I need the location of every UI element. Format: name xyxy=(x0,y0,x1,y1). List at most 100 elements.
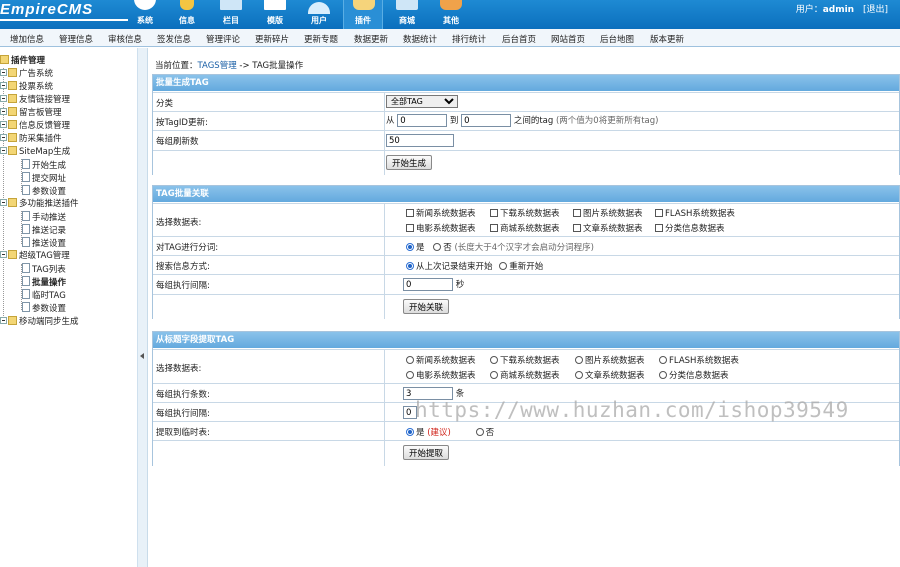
subnav-data-stats[interactable]: 数据统计 xyxy=(403,33,437,45)
start-generate-button[interactable]: 开始生成 xyxy=(386,155,433,170)
topnav-shop[interactable]: 商城 xyxy=(387,0,427,29)
topnav-other[interactable]: 其他 xyxy=(431,0,471,29)
table-option[interactable]: 下载系统数据表 xyxy=(490,354,560,366)
topnav-info[interactable]: 信息 xyxy=(167,0,207,29)
per-group-input[interactable] xyxy=(386,134,454,147)
tree-item-sitemap-generate[interactable]: 开始生成 xyxy=(22,159,66,172)
topnav-user[interactable]: 用户 xyxy=(299,0,339,29)
topnav-template[interactable]: 模版 xyxy=(255,0,295,29)
subnav-manage-info[interactable]: 管理信息 xyxy=(59,33,93,45)
radio[interactable] xyxy=(659,356,667,364)
split-no-radio[interactable] xyxy=(433,243,442,251)
tree-item-supertag[interactable]: 超级TAG管理 xyxy=(0,250,70,263)
subnav-sign-info[interactable]: 签发信息 xyxy=(157,33,191,45)
interval-input[interactable] xyxy=(403,278,453,291)
table-option[interactable]: 文章系统数据表 xyxy=(573,222,643,234)
table-option[interactable]: 新闻系统数据表 xyxy=(406,207,476,219)
table-option-label: 下载系统数据表 xyxy=(500,356,560,366)
tree-item-tag-list[interactable]: TAG列表 xyxy=(22,263,66,276)
tree-item-links[interactable]: 友情链接管理 xyxy=(0,94,70,107)
table-option[interactable]: 商城系统数据表 xyxy=(490,369,560,381)
subnav-rank-stats[interactable]: 排行统计 xyxy=(452,33,486,45)
category-select[interactable]: 全部TAG xyxy=(386,95,458,108)
tree-item-sitemap-settings[interactable]: 参数设置 xyxy=(22,185,66,198)
tree-item-mobile-sync[interactable]: 移动端同步生成 xyxy=(0,316,79,329)
table-option[interactable]: 电影系统数据表 xyxy=(406,222,476,234)
checkbox[interactable] xyxy=(406,209,414,217)
checkbox[interactable] xyxy=(573,209,581,217)
subnav-manage-comments[interactable]: 管理评论 xyxy=(206,33,240,45)
subnav-update-topics[interactable]: 更新专题 xyxy=(304,33,338,45)
tree-item-batch-ops[interactable]: 批量操作 xyxy=(22,276,66,289)
tree-item-sitemap[interactable]: SiteMap生成 xyxy=(0,146,70,159)
topnav-column[interactable]: 栏目 xyxy=(211,0,251,29)
logo-underline xyxy=(0,19,128,21)
search-continue-radio[interactable] xyxy=(406,262,414,270)
tree-root-plugins[interactable]: 插件管理 xyxy=(0,55,45,68)
temp-yes-radio[interactable] xyxy=(406,428,414,436)
subnav-review-info[interactable]: 审核信息 xyxy=(108,33,142,45)
temp-no-radio[interactable] xyxy=(475,428,484,436)
user-icon xyxy=(308,2,330,14)
table-option[interactable]: 文章系统数据表 xyxy=(575,369,645,381)
table-option[interactable]: 图片系统数据表 xyxy=(573,207,643,219)
tree-item-sitemap-submit[interactable]: 提交网址 xyxy=(22,172,66,185)
tree-item-ads[interactable]: 广告系统 xyxy=(0,68,53,81)
table-option[interactable]: 电影系统数据表 xyxy=(406,369,476,381)
table-option[interactable]: FLASH系统数据表 xyxy=(659,354,739,366)
tagid-to-input[interactable] xyxy=(461,114,512,127)
tree-item-temp-tag[interactable]: 临时TAG xyxy=(22,289,66,302)
temp-no-label: 否 xyxy=(485,428,495,438)
subnav-version-update[interactable]: 版本更新 xyxy=(650,33,684,45)
start-extract-button[interactable]: 开始提取 xyxy=(403,445,450,460)
split-yes-radio[interactable] xyxy=(406,243,414,251)
subnav-add-info[interactable]: 增加信息 xyxy=(10,33,44,45)
subnav-site-home[interactable]: 网站首页 xyxy=(551,33,585,45)
radio[interactable] xyxy=(659,371,667,379)
tree-item-tag-settings[interactable]: 参数设置 xyxy=(22,302,66,315)
topnav-plugin[interactable]: 插件 xyxy=(343,0,383,29)
table-option[interactable]: 分类信息数据表 xyxy=(655,222,725,234)
checkbox[interactable] xyxy=(655,224,663,232)
breadcrumb-current: TAG批量操作 xyxy=(252,61,304,71)
tree-item-feedback[interactable]: 信息反馈管理 xyxy=(0,120,70,133)
column-divider xyxy=(384,131,385,150)
subnav-update-fragments[interactable]: 更新碎片 xyxy=(255,33,289,45)
tree-item-vote[interactable]: 投票系统 xyxy=(0,81,53,94)
table-option[interactable]: 新闻系统数据表 xyxy=(406,354,476,366)
table-option[interactable]: 图片系统数据表 xyxy=(575,354,645,366)
tagid-from-input[interactable] xyxy=(397,114,448,127)
checkbox[interactable] xyxy=(573,224,581,232)
start-associate-button[interactable]: 开始关联 xyxy=(403,299,450,314)
radio[interactable] xyxy=(490,356,498,364)
tree-item-push[interactable]: 多功能推送插件 xyxy=(0,198,79,211)
tree-item-push-manual[interactable]: 手动推送 xyxy=(22,211,66,224)
tree-item-anticollect[interactable]: 防采集插件 xyxy=(0,133,62,146)
topnav-system[interactable]: 系统 xyxy=(125,0,165,29)
table-option[interactable]: 下载系统数据表 xyxy=(490,207,560,219)
tree-item-guestbook[interactable]: 留言板管理 xyxy=(0,107,62,120)
radio[interactable] xyxy=(406,371,414,379)
table-option[interactable]: FLASH系统数据表 xyxy=(655,207,735,219)
table-option[interactable]: 分类信息数据表 xyxy=(659,369,729,381)
tree-item-push-log[interactable]: 推送记录 xyxy=(22,224,66,237)
tree-item-push-settings[interactable]: 推送设置 xyxy=(22,237,66,250)
breadcrumb-link[interactable]: TAGS管理 xyxy=(198,61,237,71)
subnav-admin-home[interactable]: 后台首页 xyxy=(502,33,536,45)
table-option[interactable]: 商城系统数据表 xyxy=(490,222,560,234)
radio[interactable] xyxy=(490,371,498,379)
checkbox[interactable] xyxy=(490,224,498,232)
collapse-arrow-icon[interactable] xyxy=(140,353,144,359)
checkbox[interactable] xyxy=(655,209,663,217)
checkbox[interactable] xyxy=(490,209,498,217)
subnav-data-update[interactable]: 数据更新 xyxy=(354,33,388,45)
subnav-admin-map[interactable]: 后台地图 xyxy=(600,33,634,45)
radio[interactable] xyxy=(575,356,583,364)
search-restart-radio[interactable] xyxy=(499,262,508,270)
sidebar-splitter[interactable] xyxy=(138,48,148,567)
radio[interactable] xyxy=(575,371,583,379)
plugin-icon xyxy=(353,0,375,10)
logout-link[interactable]: [退出] xyxy=(863,5,888,15)
radio[interactable] xyxy=(406,356,414,364)
checkbox[interactable] xyxy=(406,224,414,232)
